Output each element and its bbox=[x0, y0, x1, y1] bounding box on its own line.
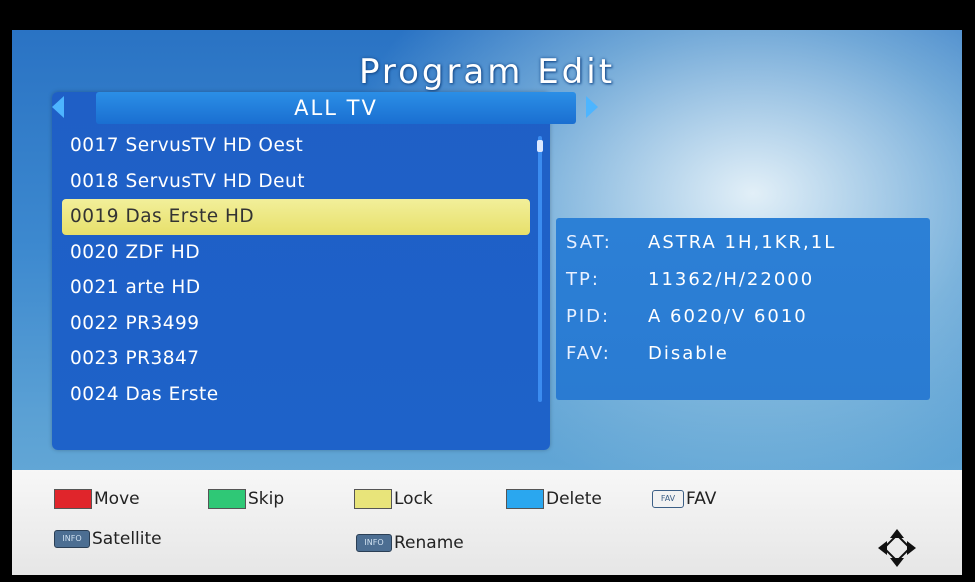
channel-info-panel: SAT: ASTRA 1H,1KR,1L TP: 11362/H/22000 PID… bbox=[556, 218, 930, 400]
channel-item[interactable]: 0022 PR3499 bbox=[62, 306, 534, 342]
fav-key-icon: FAV bbox=[652, 490, 684, 508]
triangle-right-icon[interactable] bbox=[586, 96, 598, 118]
channel-item[interactable]: 0020 ZDF HD bbox=[62, 235, 534, 271]
channel-item[interactable]: 0024 Das Erste bbox=[62, 377, 534, 413]
lock-key-hint[interactable]: Lock bbox=[354, 488, 433, 510]
channel-item[interactable]: 0018 ServusTV HD Deut bbox=[62, 164, 534, 200]
blue-key-icon bbox=[506, 489, 544, 509]
info-pid-row: PID: A 6020/V 6010 bbox=[566, 302, 808, 332]
satellite-key-hint[interactable]: INFO Satellite bbox=[54, 528, 162, 550]
green-key-icon bbox=[208, 489, 246, 509]
move-label: Move bbox=[94, 489, 140, 509]
fav-label: FAV bbox=[686, 489, 717, 509]
channel-group-selector[interactable]: ALL TV bbox=[52, 92, 598, 124]
channel-list-scrollbar[interactable] bbox=[537, 136, 543, 402]
info-tp-label: TP: bbox=[566, 269, 600, 290]
fav-key-hint[interactable]: FAV FAV bbox=[652, 488, 716, 510]
channel-item[interactable]: 0023 PR3847 bbox=[62, 341, 534, 377]
triangle-left-icon[interactable] bbox=[52, 96, 64, 118]
info-sat-value: ASTRA 1H,1KR,1L bbox=[648, 232, 837, 253]
info-pid-value: A 6020/V 6010 bbox=[648, 306, 808, 327]
channel-list-panel: ALL TV 0017 ServusTV HD Oest 0018 Servus… bbox=[52, 92, 598, 450]
skip-key-hint[interactable]: Skip bbox=[208, 488, 284, 510]
satellite-label: Satellite bbox=[92, 529, 162, 549]
info-fav-value: Disable bbox=[648, 343, 729, 364]
channel-item[interactable]: 0017 ServusTV HD Oest bbox=[62, 128, 534, 164]
four-way-arrow-icon bbox=[878, 529, 916, 567]
info-key-icon: INFO bbox=[54, 530, 90, 548]
delete-key-hint[interactable]: Delete bbox=[506, 488, 602, 510]
red-key-icon bbox=[54, 489, 92, 509]
channel-list: 0017 ServusTV HD Oest 0018 ServusTV HD D… bbox=[62, 128, 534, 412]
info-tp-row: TP: 11362/H/22000 bbox=[566, 265, 814, 295]
channel-item-selected[interactable]: 0019 Das Erste HD bbox=[62, 199, 530, 235]
tv-screen: Program Edit ALL TV 0017 ServusTV HD Oes… bbox=[12, 30, 962, 575]
info-sat-label: SAT: bbox=[566, 232, 612, 253]
rename-key-hint[interactable]: INFO Rename bbox=[356, 532, 464, 554]
info-sat-row: SAT: ASTRA 1H,1KR,1L bbox=[566, 228, 836, 258]
info-fav-row: FAV: Disable bbox=[566, 339, 729, 369]
channel-item[interactable]: 0021 arte HD bbox=[62, 270, 534, 306]
page-title: Program Edit bbox=[358, 52, 616, 92]
move-key-hint[interactable]: Move bbox=[54, 488, 140, 510]
info-tp-value: 11362/H/22000 bbox=[648, 269, 815, 290]
info-fav-label: FAV: bbox=[566, 343, 611, 364]
skip-label: Skip bbox=[248, 489, 285, 509]
scrollbar-thumb[interactable] bbox=[537, 140, 543, 152]
channel-group-label: ALL TV bbox=[294, 96, 378, 120]
key-help-bar: Move Skip Lock Delete FAV FAV INFO Satelli… bbox=[12, 470, 962, 575]
lock-label: Lock bbox=[394, 489, 433, 509]
rename-label: Rename bbox=[394, 533, 464, 553]
info-key-icon: INFO bbox=[356, 534, 392, 552]
yellow-key-icon bbox=[354, 489, 392, 509]
delete-label: Delete bbox=[546, 489, 602, 509]
info-pid-label: PID: bbox=[566, 306, 611, 327]
